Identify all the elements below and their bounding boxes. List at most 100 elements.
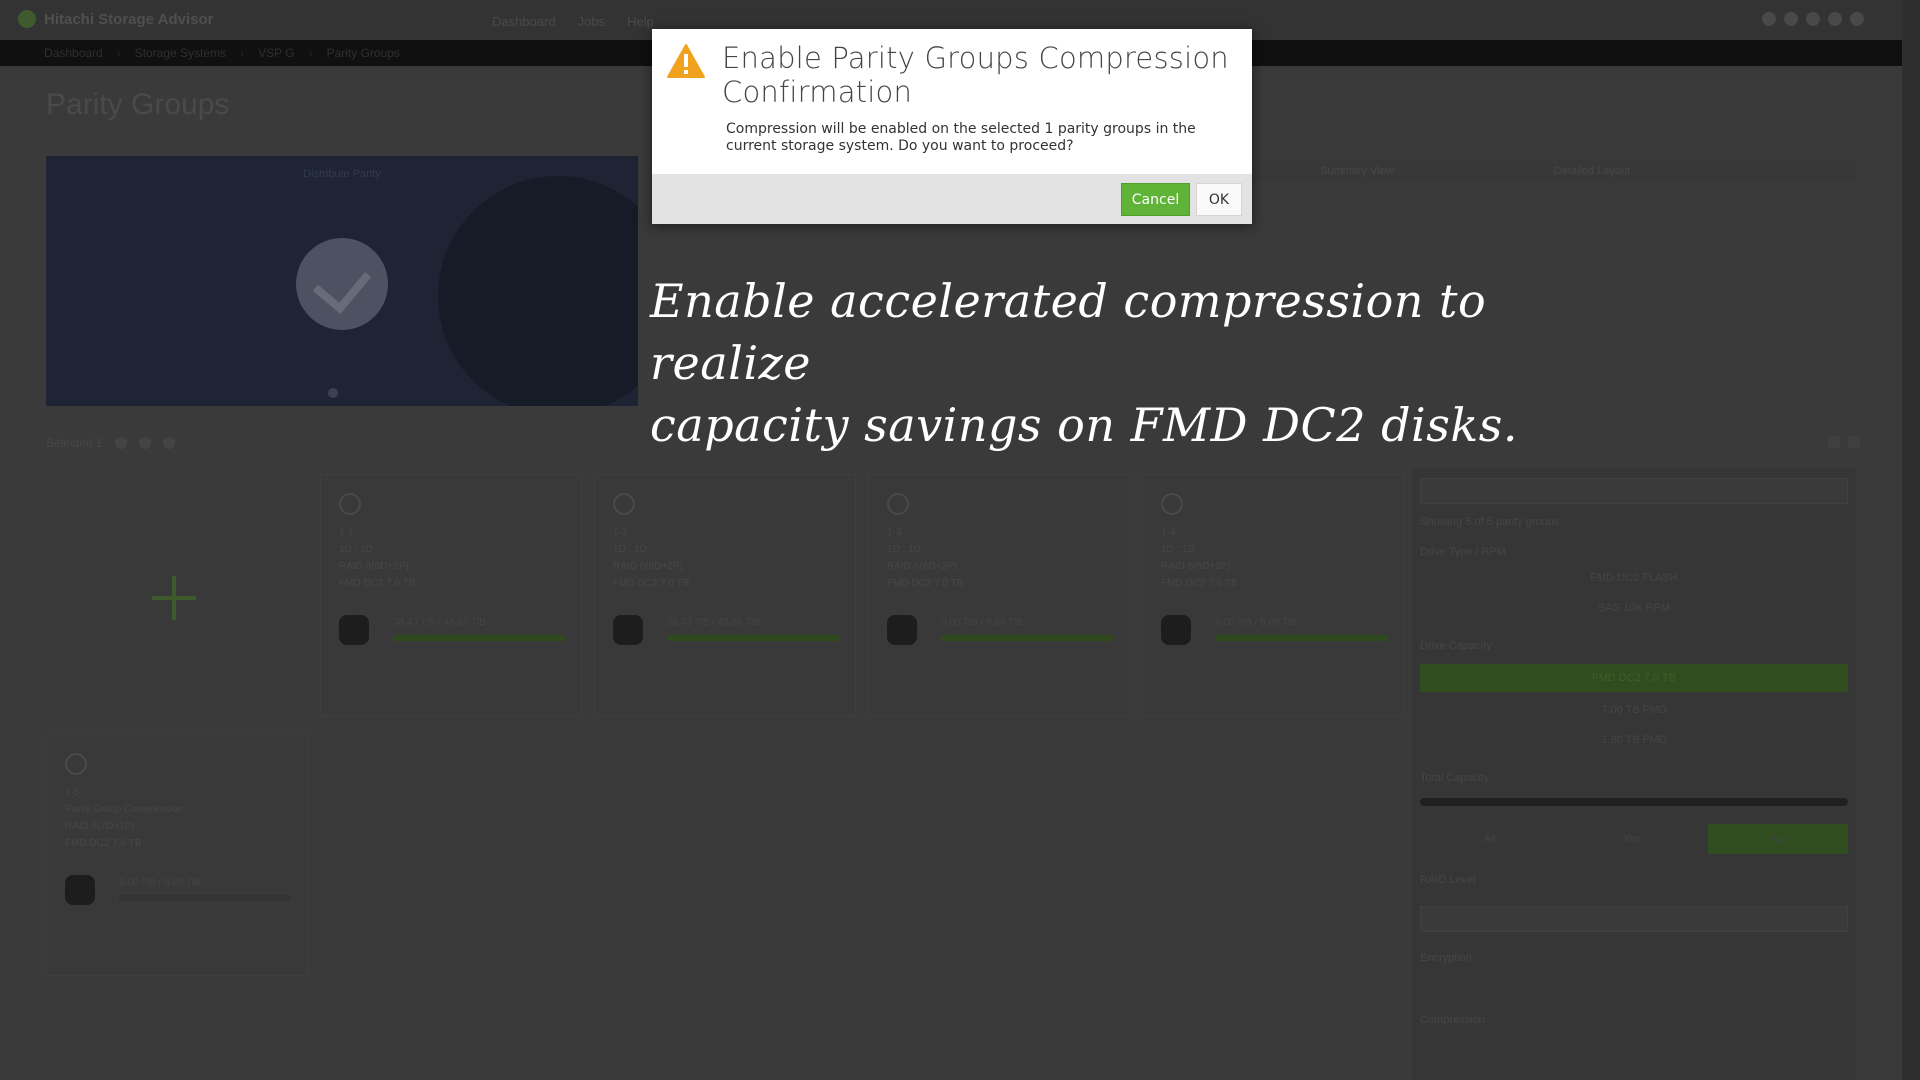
selection-count: Selected 1: [46, 436, 103, 450]
menu-item-dashboard[interactable]: Dashboard: [492, 14, 556, 29]
caption-annotation: Enable accelerated compression to realiz…: [650, 270, 1550, 456]
dialog-message: Compression will be enabled on the selec…: [726, 121, 1196, 154]
compression-confirmation-dialog: Enable Parity Groups Compression Confirm…: [652, 29, 1252, 224]
parity-group-card[interactable]: 1-5 Parity Group Compression RAID 5(7D+1…: [46, 734, 308, 976]
card-detail: 1D : 1D: [1161, 544, 1195, 555]
edit-icon[interactable]: [114, 437, 127, 449]
segment-all[interactable]: All: [1420, 824, 1560, 854]
breadcrumb-item[interactable]: Dashboard: [44, 46, 103, 60]
warning-icon: [667, 44, 705, 78]
settings-icon[interactable]: [1784, 12, 1798, 26]
card-detail: 1D : 1D: [339, 544, 373, 555]
dialog-title: Enable Parity Groups Compression Confirm…: [722, 41, 1229, 109]
top-icons: [1762, 12, 1864, 26]
parity-group-card[interactable]: 1-3 1D : 1D RAID 6(6D+2P) FMD DC2 7.0 TB…: [868, 474, 1130, 716]
card-detail: RAID 6(6D+2P): [1161, 561, 1231, 572]
filter-search-input[interactable]: [1420, 478, 1848, 504]
parity-group-icon: [339, 493, 361, 515]
add-parity-group-card[interactable]: [46, 474, 308, 716]
toolbar: Selected 1: [46, 436, 175, 450]
top-menu: Dashboard Jobs Help: [492, 14, 654, 29]
view-toggle: [1828, 436, 1860, 448]
filter-label: Encryption: [1420, 952, 1472, 964]
segment-yes[interactable]: Yes: [1562, 824, 1702, 854]
filter-option[interactable]: 7.00 TB FMD: [1420, 696, 1848, 724]
card-capacity: 0.00 TiB / 5.88 TiB: [119, 877, 201, 888]
card-detail: FMD DC2 7.0 TB: [65, 838, 142, 849]
app-title: Hitachi Storage Advisor: [44, 10, 214, 28]
filter-option[interactable]: SAS 10K RPM: [1420, 594, 1848, 622]
card-detail: RAID 6(6D+2P): [887, 561, 957, 572]
capacity-slider[interactable]: [1420, 798, 1848, 806]
filter-option[interactable]: FMD DC2 FLASH: [1420, 564, 1848, 592]
card-detail: FMD DC2 7.0 TB: [613, 578, 690, 589]
user-icon[interactable]: [1828, 12, 1842, 26]
breadcrumb-item[interactable]: VSP G: [258, 46, 294, 60]
card-name: 1-2: [613, 527, 628, 538]
card-name: 1-1: [339, 527, 354, 538]
cancel-button[interactable]: Cancel: [1121, 183, 1190, 216]
capacity-bar: [941, 635, 1113, 641]
page-title: Parity Groups: [46, 88, 230, 121]
power-icon[interactable]: [1850, 12, 1864, 26]
segment-no[interactable]: No: [1708, 824, 1848, 854]
ok-button[interactable]: OK: [1196, 183, 1242, 216]
parity-group-card[interactable]: 1-2 1D : 1D RAID 6(6D+2P) FMD DC2 7.0 TB…: [594, 474, 856, 716]
card-detail: RAID 6(6D+2P): [339, 561, 409, 572]
compress-icon[interactable]: [138, 437, 151, 449]
raid-level-select[interactable]: [1420, 906, 1848, 932]
breadcrumb-item[interactable]: Storage Systems: [135, 46, 226, 60]
carousel-dot[interactable]: [328, 388, 338, 398]
parity-group-card[interactable]: 1-1 1D : 1D RAID 6(6D+2P) FMD DC2 7.0 TB…: [320, 474, 582, 716]
card-capacity: 38.43 TiB / 48.88 TiB: [667, 617, 760, 628]
disk-icon: [613, 615, 643, 645]
filter-heading: Showing 5 of 5 parity groups: [1420, 516, 1560, 528]
card-detail: 1D : 1D: [887, 544, 921, 555]
breadcrumb-separator: ›: [240, 46, 245, 60]
disk-icon: [65, 875, 95, 905]
disk-icon: [1161, 615, 1191, 645]
parity-group-card[interactable]: 1-4 1D : 1D RAID 6(6D+2P) FMD DC2 7.0 TB…: [1142, 474, 1404, 716]
card-capacity: 38.43 TiB / 48.88 TiB: [393, 617, 486, 628]
breadcrumb-item: Parity Groups: [326, 46, 400, 60]
filter-label: Drive Capacity: [1420, 640, 1492, 652]
grid-view-icon[interactable]: [1828, 436, 1840, 448]
parity-group-icon: [613, 493, 635, 515]
caption-line: Enable accelerated compression to realiz…: [650, 274, 1487, 390]
disk-icon: [339, 615, 369, 645]
card-capacity: 0.00 TiB / 9.88 TiB: [941, 617, 1023, 628]
card-capacity: 0.00 TiB / 9.88 TiB: [1215, 617, 1297, 628]
hero-illustration: [438, 176, 638, 406]
window-scrollbar[interactable]: [1902, 0, 1920, 1080]
tab-summary-view[interactable]: Summary View: [1320, 165, 1394, 177]
tab-detailed-layout[interactable]: Detailed Layout: [1554, 165, 1630, 177]
filter-option[interactable]: 1.60 TB FMD: [1420, 726, 1848, 754]
menu-item-help[interactable]: Help: [627, 14, 654, 29]
menu-item-jobs[interactable]: Jobs: [578, 14, 605, 29]
list-view-icon[interactable]: [1848, 436, 1860, 448]
card-name: 1-3: [887, 527, 902, 538]
capacity-bar: [1215, 635, 1387, 641]
disk-icon: [887, 615, 917, 645]
card-detail: FMD DC2 7.0 TB: [339, 578, 416, 589]
more-icon[interactable]: [162, 437, 175, 449]
brand: Hitachi Storage Advisor: [18, 10, 213, 28]
card-name: 1-4: [1161, 527, 1176, 538]
breadcrumb-separator: ›: [308, 46, 313, 60]
card-detail: FMD DC2 7.0 TB: [887, 578, 964, 589]
caption-line: capacity savings on FMD DC2 disks.: [650, 398, 1518, 452]
hero-banner: Distribute Parity: [46, 156, 638, 406]
notifications-icon[interactable]: [1762, 12, 1776, 26]
plus-icon: [152, 576, 196, 620]
parity-group-icon: [887, 493, 909, 515]
parity-group-icon: [1161, 493, 1183, 515]
brand-logo-icon: [18, 10, 36, 28]
card-detail: 1D : 1D: [613, 544, 647, 555]
filter-sidebar: Showing 5 of 5 parity groups Drive Type …: [1412, 468, 1856, 1080]
card-detail: Parity Group Compression: [65, 804, 183, 815]
breadcrumb-separator: ›: [116, 46, 121, 60]
card-detail: RAID 5(7D+1P): [65, 821, 135, 832]
filter-label: Compression: [1420, 1014, 1485, 1026]
help-icon[interactable]: [1806, 12, 1820, 26]
filter-option-selected[interactable]: FMD DC2 7.0 TB: [1420, 664, 1848, 692]
